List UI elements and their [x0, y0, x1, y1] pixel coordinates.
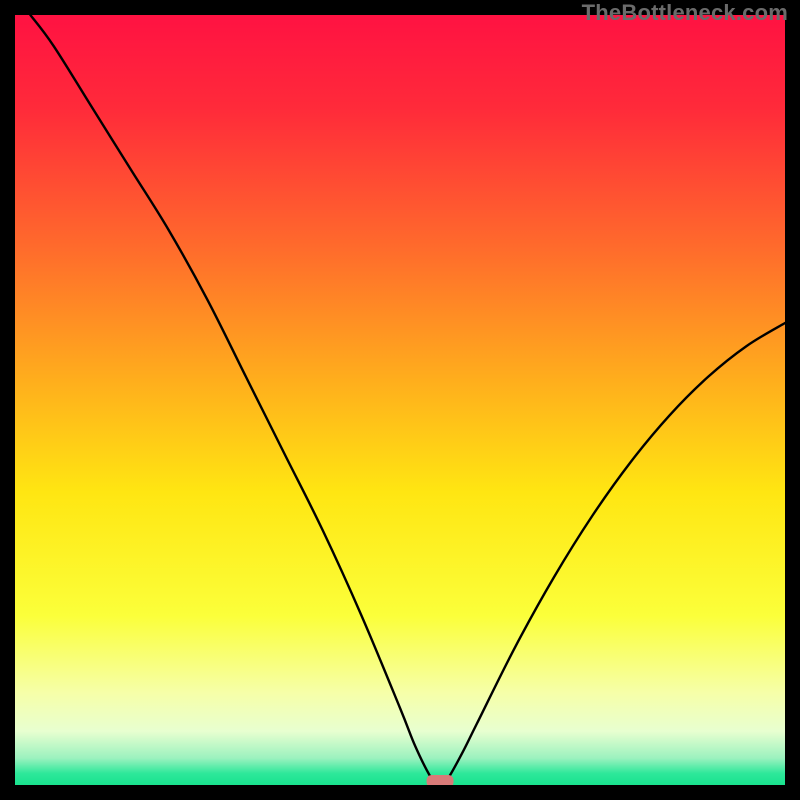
optimal-marker — [427, 775, 454, 785]
gradient-background — [15, 15, 785, 785]
bottleneck-chart — [15, 15, 785, 785]
watermark-text: TheBottleneck.com — [582, 0, 788, 26]
chart-frame: TheBottleneck.com — [0, 0, 800, 800]
